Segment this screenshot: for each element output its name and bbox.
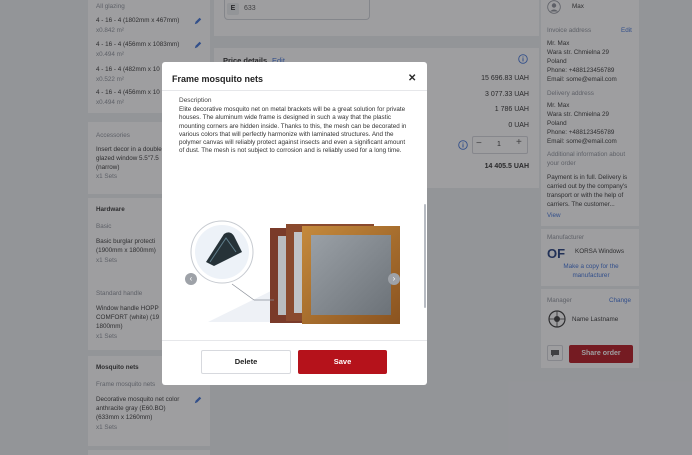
- prev-image-arrow[interactable]: ‹: [185, 273, 197, 285]
- save-button[interactable]: Save: [298, 350, 387, 374]
- close-icon[interactable]: ✕: [408, 73, 416, 84]
- delete-button[interactable]: Delete: [201, 350, 291, 374]
- modal-divider: [162, 90, 427, 91]
- description-text: Elite decorative mosquito net on metal b…: [179, 106, 407, 155]
- next-image-arrow[interactable]: ›: [388, 273, 400, 285]
- modal-scrollbar[interactable]: [424, 204, 426, 308]
- description-label: Description: [179, 97, 212, 104]
- modal-footer-divider: [162, 340, 427, 341]
- frame-mosquito-nets-modal: Frame mosquito nets ✕ Description Elite …: [162, 62, 427, 385]
- modal-title: Frame mosquito nets: [172, 74, 264, 84]
- product-image: [184, 212, 406, 330]
